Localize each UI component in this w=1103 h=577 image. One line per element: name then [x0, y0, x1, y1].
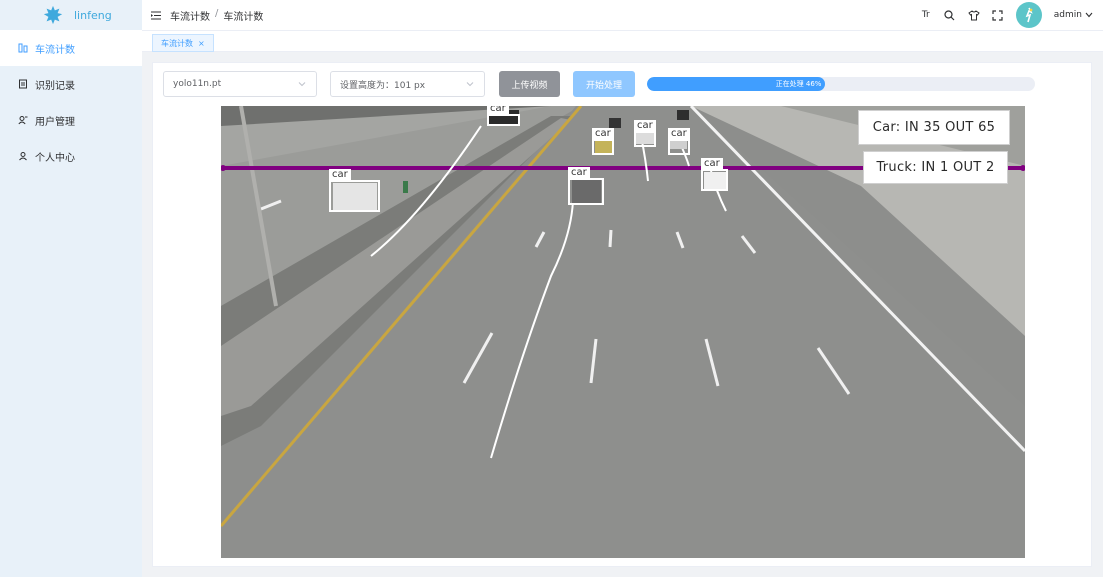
- sidebar-item-user-management[interactable]: 用户管理: [0, 102, 142, 138]
- chevron-down-icon: [1085, 12, 1093, 18]
- sidebar-item-label: 识别记录: [35, 80, 75, 92]
- brand[interactable]: linfeng: [0, 0, 142, 30]
- avatar[interactable]: [1015, 2, 1042, 28]
- upload-video-button[interactable]: 上传视频: [499, 71, 560, 97]
- detection-box: car: [487, 106, 520, 126]
- fullscreen-icon[interactable]: [992, 9, 1004, 21]
- breadcrumb: 车流计数 / 车流计数: [170, 8, 263, 23]
- model-select-value: yolo11n.pt: [173, 79, 222, 89]
- detection-box: car: [634, 120, 656, 147]
- breadcrumb-separator: /: [215, 7, 219, 19]
- sidebar-item-traffic-count[interactable]: 车流计数: [0, 30, 142, 66]
- brand-name: linfeng: [74, 8, 112, 22]
- chevron-down-icon: [298, 82, 306, 87]
- detection-label: car: [701, 158, 723, 170]
- username: admin: [1053, 10, 1082, 20]
- detection-box: car: [568, 167, 604, 205]
- detection-label: car: [568, 167, 590, 179]
- top-header: 车流计数 / 车流计数 Tr admin: [142, 0, 1103, 30]
- search-icon[interactable]: [944, 9, 956, 21]
- height-select[interactable]: 设置高度为：101 px: [330, 71, 485, 97]
- breadcrumb-item: 车流计数: [223, 11, 264, 23]
- detection-label: car: [668, 128, 690, 140]
- chevron-down-icon: [466, 82, 474, 87]
- tags-view: 车流计数 ×: [142, 30, 1103, 52]
- detection-label: car: [592, 128, 614, 140]
- progress-text: 正在处理 46%: [775, 80, 822, 88]
- tab-label: 车流计数: [161, 38, 193, 48]
- progress-bar: 正在处理 46%: [647, 77, 1035, 91]
- theme-shirt-icon[interactable]: [968, 9, 980, 21]
- leaf-logo-icon: [43, 5, 63, 25]
- vehicle-icon: [18, 43, 28, 53]
- detection-box: car: [668, 128, 690, 155]
- user-menu[interactable]: admin: [1054, 10, 1093, 20]
- sidebar-item-records[interactable]: 识别记录: [0, 66, 142, 102]
- sidebar-item-profile[interactable]: 个人中心: [0, 138, 142, 174]
- start-processing-button[interactable]: 开始处理: [573, 71, 635, 97]
- sidebar-item-label: 用户管理: [35, 116, 75, 128]
- video-frame: car car car car car car car Car: IN 35 O…: [221, 106, 1025, 558]
- users-icon: [18, 116, 28, 125]
- sidebar-item-label: 个人中心: [35, 152, 75, 164]
- detection-box: car: [592, 128, 614, 155]
- user-icon: [19, 152, 27, 161]
- record-icon: [19, 79, 27, 89]
- sidebar: linfeng 车流计数 识别记录 用户管理 个人中心: [0, 0, 142, 577]
- truck-count-box: Truck: IN 1 OUT 2: [863, 151, 1008, 184]
- menu-fold-icon[interactable]: [150, 9, 162, 21]
- model-select[interactable]: yolo11n.pt: [163, 71, 317, 97]
- breadcrumb-item[interactable]: 车流计数: [170, 8, 210, 23]
- car-count-box: Car: IN 35 OUT 65: [858, 110, 1010, 145]
- main-card: yolo11n.pt 设置高度为：101 px 上传视频 开始处理 正在处理 4…: [152, 62, 1092, 567]
- sidebar-item-label: 车流计数: [35, 44, 75, 56]
- detection-label: car: [487, 106, 509, 115]
- height-select-value: 设置高度为：101 px: [340, 80, 426, 91]
- font-size-icon[interactable]: Tr: [920, 9, 932, 21]
- close-icon[interactable]: ×: [198, 39, 205, 48]
- detection-box: car: [329, 169, 380, 212]
- tab-traffic-count[interactable]: 车流计数 ×: [152, 34, 214, 52]
- detection-label: car: [329, 169, 351, 181]
- detection-label: car: [634, 120, 656, 132]
- header-tools: Tr admin: [920, 0, 1093, 30]
- progress-fill: 正在处理 46%: [647, 77, 826, 91]
- detection-box: car: [701, 158, 728, 191]
